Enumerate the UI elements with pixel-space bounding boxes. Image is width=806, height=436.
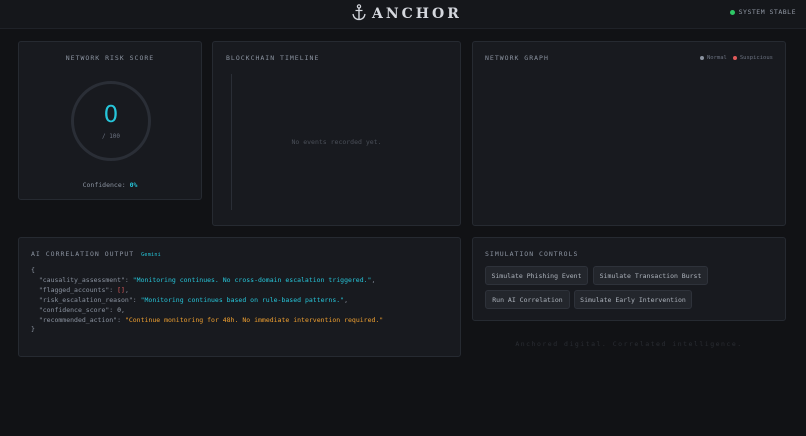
legend-normal: Normal xyxy=(700,55,727,61)
risk-gauge: 0 / 100 xyxy=(71,81,151,161)
ai-output-title: AI CORRELATION OUTPUT Gemini xyxy=(31,250,161,258)
confidence-value: 0% xyxy=(129,181,138,189)
status-text: SYSTEM STABLE xyxy=(738,8,796,16)
simulate-transaction-burst-button[interactable]: Simulate Transaction Burst xyxy=(593,266,708,285)
ai-output-title-text: AI CORRELATION OUTPUT xyxy=(31,250,135,258)
network-graph-panel[interactable]: NETWORK GRAPH Normal Suspicious xyxy=(472,41,786,226)
risk-score-title: NETWORK RISK SCORE xyxy=(65,54,155,62)
json-value-risk-reason: "Monitoring continues based on rule-base… xyxy=(140,295,345,304)
timeline-empty-message: No events recorded yet. xyxy=(291,138,382,146)
json-close-brace: } xyxy=(31,325,35,334)
simulation-title: SIMULATION CONTROLS xyxy=(485,250,579,258)
risk-score-panel: NETWORK RISK SCORE 0 / 100 Confidence: 0… xyxy=(18,41,202,200)
json-value-confidence: 0 xyxy=(117,305,122,314)
run-ai-correlation-button[interactable]: Run AI Correlation xyxy=(485,290,570,309)
top-bar: ANCHOR SYSTEM STABLE xyxy=(0,0,806,29)
anchor-icon xyxy=(352,3,366,25)
simulate-early-intervention-button[interactable]: Simulate Early Intervention xyxy=(574,290,692,309)
json-key-action: "recommended_action" xyxy=(38,315,118,324)
confidence-label: Confidence: xyxy=(82,181,126,189)
risk-score-max: / 100 xyxy=(101,133,121,140)
system-status: SYSTEM STABLE xyxy=(729,8,796,16)
legend-normal-label: Normal xyxy=(707,55,727,61)
legend-suspicious-label: Suspicious xyxy=(739,55,773,61)
footer-tagline: Anchored digital. Correlated intelligenc… xyxy=(515,340,743,348)
brand-name: ANCHOR xyxy=(372,6,462,22)
legend-suspicious: Suspicious xyxy=(732,55,773,61)
timeline-title: BLOCKCHAIN TIMELINE xyxy=(226,54,320,62)
simulation-controls-panel: SIMULATION CONTROLS Simulate Phishing Ev… xyxy=(472,237,786,321)
json-open-brace: { xyxy=(31,266,35,274)
json-value-causality: "Monitoring continues. No cross-domain e… xyxy=(132,275,372,284)
ai-correlation-panel: AI CORRELATION OUTPUT Gemini { "causalit… xyxy=(18,237,461,357)
json-key-flagged: "flagged_accounts" xyxy=(38,285,110,294)
risk-score-value: 0 xyxy=(103,102,119,128)
graph-legend: Normal Suspicious xyxy=(700,55,773,61)
json-key-confidence: "confidence_score" xyxy=(38,305,110,314)
ai-model-tag: Gemini xyxy=(141,252,161,258)
json-value-flagged: [] xyxy=(117,285,125,294)
json-key-causality: "causality_assessment" xyxy=(38,275,125,284)
confidence-readout: Confidence: 0% xyxy=(19,181,201,189)
blockchain-timeline-panel: BLOCKCHAIN TIMELINE No events recorded y… xyxy=(212,41,461,226)
json-value-action: "Continue monitoring for 48h. No immedia… xyxy=(124,315,384,324)
graph-title: NETWORK GRAPH xyxy=(485,54,549,62)
status-dot-icon xyxy=(729,9,735,15)
json-key-risk-reason: "risk_escalation_reason" xyxy=(38,295,133,304)
ai-json-output: { "causality_assessment": "Monitoring co… xyxy=(31,266,384,334)
simulate-phishing-button[interactable]: Simulate Phishing Event xyxy=(485,266,588,285)
suspicious-dot-icon xyxy=(732,56,737,60)
brand: ANCHOR xyxy=(352,3,462,25)
normal-dot-icon xyxy=(700,56,704,60)
